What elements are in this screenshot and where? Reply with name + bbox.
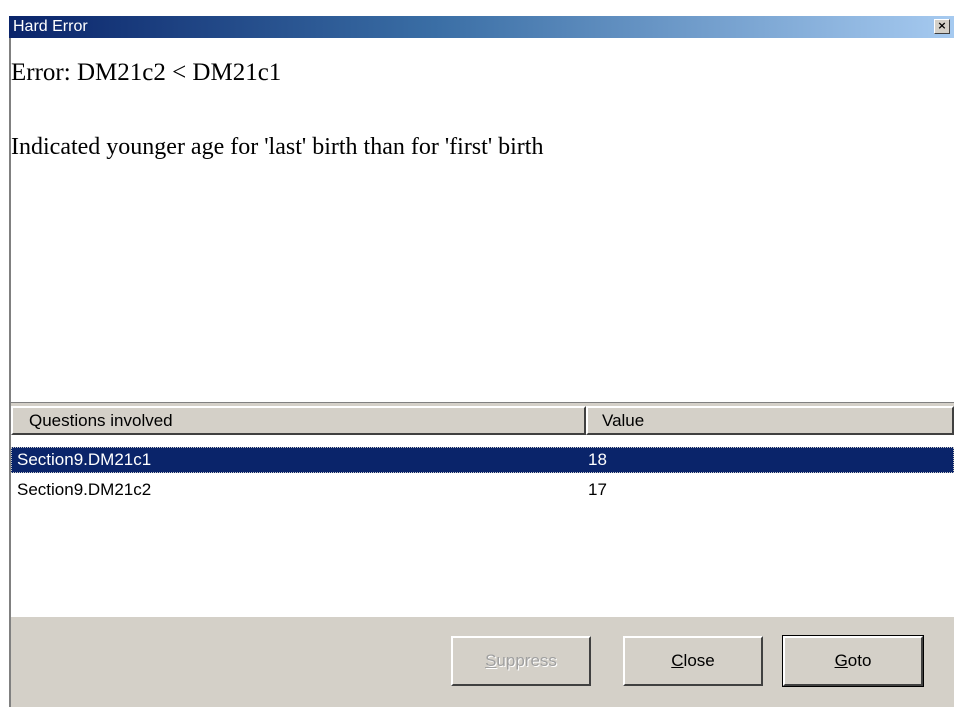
column-header-questions[interactable]: Questions involved	[11, 406, 586, 435]
hard-error-dialog: Hard Error × Error: DM21c2 < DM21c1 Indi…	[0, 0, 954, 707]
value-cell: 18	[588, 450, 607, 469]
error-message-panel: Error: DM21c2 < DM21c1 Indicated younger…	[11, 38, 954, 402]
value-cell: 17	[588, 480, 607, 499]
error-expression: Error: DM21c2 < DM21c1	[11, 59, 282, 86]
button-bar: Suppress Close Goto	[11, 616, 954, 707]
question-cell: Section9.DM21c2	[17, 480, 152, 499]
window-title: Hard Error	[13, 18, 88, 35]
column-header-value[interactable]: Value	[586, 406, 954, 435]
questions-grid: Questions involved Value Section9.DM21c1…	[11, 406, 954, 616]
error-description: Indicated younger age for 'last' birth t…	[11, 134, 544, 160]
title-bar[interactable]: Hard Error ×	[9, 16, 954, 38]
question-cell: Section9.DM21c1	[17, 450, 152, 469]
suppress-button[interactable]: Suppress	[451, 636, 591, 686]
goto-button[interactable]: Goto	[782, 635, 924, 687]
table-row[interactable]: Section9.DM21c1 18	[11, 447, 954, 473]
close-button[interactable]: Close	[623, 636, 763, 686]
close-icon[interactable]: ×	[934, 19, 950, 34]
table-row[interactable]: Section9.DM21c2 17	[11, 477, 954, 503]
